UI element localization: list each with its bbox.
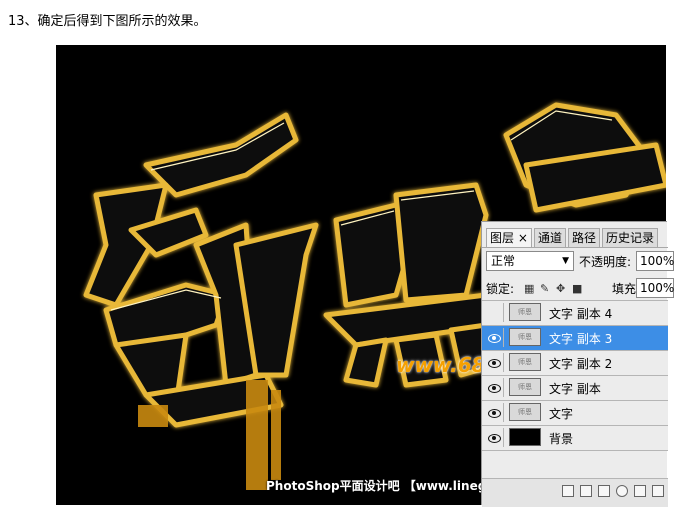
layer-thumbnail: 师恩 xyxy=(509,403,541,421)
layer-row[interactable]: 师恩 文字 副本 2 xyxy=(482,350,668,375)
visibility-eye-icon[interactable] xyxy=(484,428,504,447)
lock-all-icon[interactable]: ■ xyxy=(572,282,582,295)
visibility-eye-icon[interactable] xyxy=(484,403,504,422)
layer-name: 文字 副本 3 xyxy=(549,332,613,346)
layer-list: 师恩 文字 副本 4 师恩 文字 副本 3 师恩 文字 副本 2 师恩 文字 副… xyxy=(482,300,668,451)
lock-row: 锁定: ▦ ✎ ✥ ■ 填充: 100% xyxy=(486,278,674,298)
panel-bottom-bar xyxy=(482,478,668,507)
visibility-eye-icon[interactable] xyxy=(484,378,504,397)
fill-input[interactable]: 100% xyxy=(636,278,674,298)
dropdown-arrow-icon: ▼ xyxy=(562,256,569,266)
layer-name: 背景 xyxy=(549,432,574,446)
panel-tabs: 图层 × 通道 路径 历史记录 xyxy=(482,226,668,248)
layer-row[interactable]: 师恩 文字 副本 4 xyxy=(482,300,668,325)
lock-transparent-icon[interactable]: ▦ xyxy=(524,282,534,295)
tab-channels[interactable]: 通道 xyxy=(534,228,567,247)
tab-history[interactable]: 历史记录 xyxy=(602,228,659,247)
visibility-eye-icon[interactable] xyxy=(484,353,504,372)
lock-move-icon[interactable]: ✥ xyxy=(556,282,565,295)
layer-name: 文字 副本 2 xyxy=(549,357,613,371)
blend-mode-select[interactable]: 正常 ▼ xyxy=(486,251,574,271)
lock-brush-icon[interactable]: ✎ xyxy=(540,282,549,295)
visibility-eye-icon[interactable] xyxy=(484,328,504,347)
new-group-icon[interactable] xyxy=(634,485,646,497)
layer-row[interactable]: 师恩 文字 副本 xyxy=(482,375,668,400)
layer-row[interactable]: 师恩 文字 xyxy=(482,400,668,425)
layer-thumbnail: 师恩 xyxy=(509,378,541,396)
lock-label: 锁定: xyxy=(486,282,515,296)
step-caption: 13、确定后得到下图所示的效果。 xyxy=(8,14,207,29)
visibility-toggle-icon[interactable] xyxy=(484,303,504,322)
layer-name: 文字 副本 4 xyxy=(549,307,613,321)
layer-row[interactable]: 背景 xyxy=(482,425,668,451)
layer-thumbnail: 师恩 xyxy=(509,328,541,346)
layer-name: 文字 副本 xyxy=(549,382,601,396)
layer-thumbnail: 师恩 xyxy=(509,353,541,371)
layer-thumbnail: 师恩 xyxy=(509,303,541,321)
new-layer-icon[interactable] xyxy=(652,485,664,497)
adjustment-layer-icon[interactable] xyxy=(616,485,628,497)
layer-row[interactable]: 师恩 文字 副本 3 xyxy=(482,325,668,350)
link-layers-icon[interactable] xyxy=(562,485,574,497)
layers-panel: 图层 × 通道 路径 历史记录 正常 ▼ 不透明度: 100% 锁定: ▦ ✎ … xyxy=(481,221,674,507)
tab-paths[interactable]: 路径 xyxy=(568,228,601,247)
blend-mode-value: 正常 xyxy=(491,254,516,268)
layer-mask-icon[interactable] xyxy=(598,485,610,497)
layer-name: 文字 xyxy=(549,407,574,421)
layer-thumbnail xyxy=(509,428,541,446)
opacity-label: 不透明度: xyxy=(579,255,632,269)
layer-style-icon[interactable] xyxy=(580,485,592,497)
opacity-input[interactable]: 100% xyxy=(636,251,674,271)
tab-layers[interactable]: 图层 × xyxy=(486,228,532,247)
